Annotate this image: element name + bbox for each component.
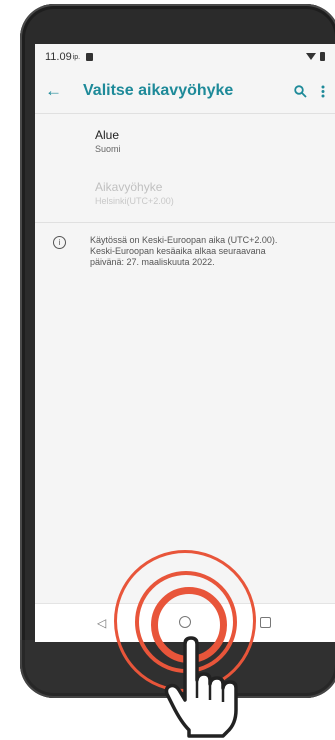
- info-line-1: Käytössä on Keski-Euroopan aika (UTC+2.0…: [90, 235, 278, 245]
- battery-icon: [320, 52, 325, 61]
- timezone-value: Helsinki(UTC+2.00): [95, 196, 174, 206]
- info-icon: i: [53, 236, 66, 249]
- sim-icon: [86, 52, 94, 61]
- back-arrow-icon[interactable]: ←: [45, 81, 75, 101]
- info-text: Käytössä on Keski-Euroopan aika (UTC+2.0…: [90, 235, 277, 268]
- timezone-setting: Aikavyöhyke Helsinki(UTC+2.00): [35, 154, 335, 206]
- info-line-2: Keski-Euroopan kesäaika alkaa seuraavana: [90, 246, 266, 256]
- page-title: Valitse aikavyöhyke: [83, 82, 234, 99]
- region-value: Suomi: [95, 144, 121, 154]
- more-options-icon[interactable]: [321, 85, 325, 98]
- wifi-icon: [306, 53, 316, 60]
- tapping-hand-icon: [164, 636, 238, 738]
- status-bar: 11.09 ip.: [35, 44, 335, 69]
- region-setting[interactable]: Alue Suomi: [35, 114, 335, 154]
- timezone-title: Aikavyöhyke: [95, 180, 163, 194]
- info-line-3: päivänä: 27. maaliskuuta 2022.: [90, 257, 215, 267]
- region-title: Alue: [95, 128, 120, 142]
- search-icon[interactable]: [294, 84, 307, 98]
- timezone-info: i Käytössä on Keski-Euroopan aika (UTC+2…: [35, 223, 335, 268]
- app-bar: ← Valitse aikavyöhyke: [35, 69, 335, 114]
- status-ampm: ip.: [72, 54, 81, 61]
- status-time: 11.09: [45, 50, 72, 63]
- nav-back-icon[interactable]: ◁: [97, 616, 106, 630]
- nav-recent-apps-icon[interactable]: [260, 617, 271, 628]
